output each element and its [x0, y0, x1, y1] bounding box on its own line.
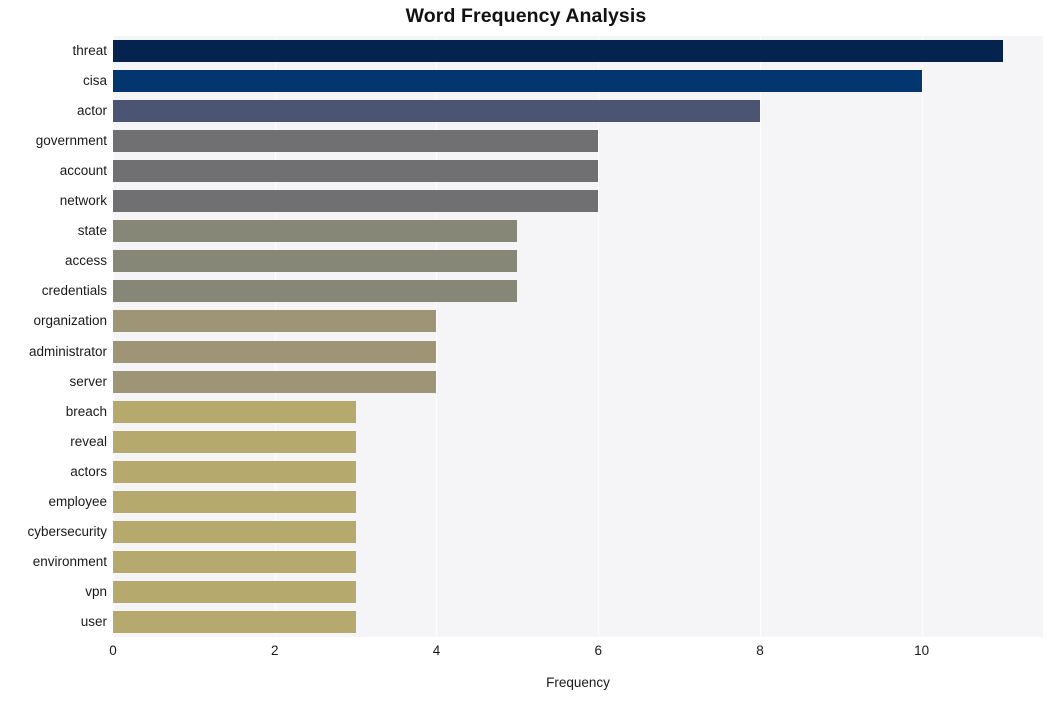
bars-layer	[113, 36, 1043, 637]
y-tick-label-employee: employee	[48, 493, 107, 509]
bar-vpn[interactable]	[113, 580, 356, 603]
bar-environment[interactable]	[113, 550, 356, 573]
y-tick-label-user: user	[80, 613, 107, 629]
y-tick-label-account: account	[59, 163, 107, 179]
bar-account[interactable]	[113, 160, 599, 183]
bar-breach[interactable]	[113, 400, 356, 423]
y-tick-label-vpn: vpn	[85, 583, 107, 599]
y-tick-label-cisa: cisa	[82, 73, 107, 89]
bar-access[interactable]	[113, 250, 518, 273]
y-tick-label-cybersecurity: cybersecurity	[27, 523, 107, 539]
chart-title: Word Frequency Analysis	[405, 5, 647, 27]
y-tick-label-threat: threat	[72, 43, 107, 59]
y-tick-label-credentials: credentials	[41, 283, 107, 299]
y-tick-label-breach: breach	[65, 403, 107, 419]
y-tick-label-environment: environment	[32, 553, 107, 569]
bar-credentials[interactable]	[113, 280, 518, 303]
y-tick-label-organization: organization	[33, 313, 107, 329]
x-tick-label-4: 4	[432, 643, 441, 658]
x-tick-label-0: 0	[109, 643, 117, 658]
y-tick-label-actors: actors	[70, 463, 107, 479]
bar-actor[interactable]	[113, 100, 760, 123]
x-tick-label-10: 10	[914, 643, 930, 658]
y-tick-label-server: server	[69, 373, 107, 389]
x-axis-title: Frequency	[546, 675, 610, 690]
y-tick-label-access: access	[64, 253, 107, 269]
bar-reveal[interactable]	[113, 430, 356, 453]
y-tick-label-reveal: reveal	[70, 433, 107, 449]
y-tick-label-government: government	[35, 133, 107, 149]
bar-organization[interactable]	[113, 310, 437, 333]
bar-cisa[interactable]	[113, 70, 922, 93]
y-tick-label-actor: actor	[76, 103, 107, 119]
plot-area	[113, 36, 1043, 637]
bar-employee[interactable]	[113, 490, 356, 513]
bar-network[interactable]	[113, 190, 599, 213]
y-tick-label-administrator: administrator	[28, 343, 107, 359]
bar-administrator[interactable]	[113, 340, 437, 363]
x-tick-label-8: 8	[756, 643, 764, 658]
x-tick-label-2: 2	[270, 643, 279, 658]
word-frequency-bar-chart: Word Frequency Analysis threat cisa actor g…	[0, 0, 1052, 701]
y-tick-label-state: state	[77, 223, 107, 239]
y-axis-tick-labels: threat cisa actor government account network s…	[0, 36, 107, 637]
x-axis-tick-labels: 0 2 4 6 8 10	[109, 643, 1043, 665]
x-tick-label-6: 6	[594, 643, 602, 658]
bar-actors[interactable]	[113, 460, 356, 483]
bar-threat[interactable]	[113, 40, 1003, 63]
bar-cybersecurity[interactable]	[113, 520, 356, 543]
bar-government[interactable]	[113, 130, 599, 153]
bar-user[interactable]	[113, 610, 356, 633]
bar-server[interactable]	[113, 370, 437, 393]
bar-state[interactable]	[113, 220, 518, 243]
y-tick-label-network: network	[59, 193, 107, 209]
